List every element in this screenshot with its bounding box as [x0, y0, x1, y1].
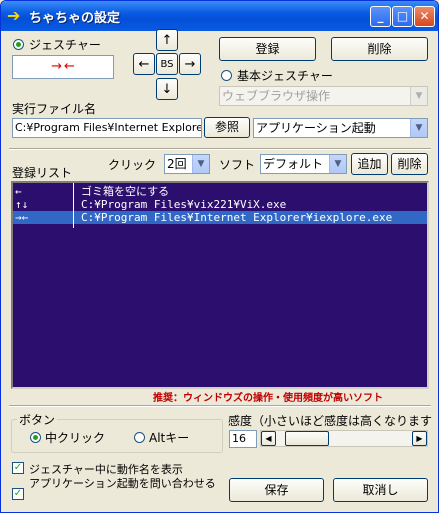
- alt-key-radio[interactable]: [134, 432, 145, 443]
- list-delete-button[interactable]: 削除: [391, 153, 428, 175]
- left-button[interactable]: ←: [133, 53, 155, 75]
- list-item-gesture: →←: [15, 211, 29, 224]
- sensitivity-value[interactable]: 16: [229, 430, 257, 448]
- settings-window: ➔ ちゃちゃの設定 _ □ ✕ ジェスチャー →← ↑ ← BS → ↓ 登録 …: [0, 0, 439, 513]
- basic-gesture-label: 基本ジェスチャー: [237, 69, 333, 83]
- maximize-button[interactable]: □: [392, 6, 413, 27]
- registered-list[interactable]: ← ゴミ箱を空にする ↑↓ C:¥Program Files¥vix221¥Vi…: [11, 181, 429, 389]
- show-action-label: ジェスチャー中に動作名を表示: [29, 463, 183, 476]
- click-label: クリック: [108, 158, 157, 172]
- show-action-checkbox[interactable]: ✓: [12, 462, 24, 474]
- button-group-label: ボタン: [17, 411, 58, 428]
- confirm-app-checkbox[interactable]: ✓: [12, 488, 24, 500]
- add-button[interactable]: 追加: [351, 153, 388, 175]
- recommend-note: 推奨：ウィンドウズの操作・使用頻度が高いソフト: [153, 393, 383, 404]
- list-item-action: C:¥Program Files¥vix221¥ViX.exe: [81, 198, 287, 211]
- scroll-right-button[interactable]: ▶: [412, 431, 427, 446]
- list-item-selected[interactable]: →← C:¥Program Files¥Internet Explorer¥ie…: [13, 211, 427, 224]
- register-button[interactable]: 登録: [219, 37, 316, 61]
- basic-gesture-value: ウェブブラウザ操作: [222, 89, 331, 103]
- list-item-gesture: ↑↓: [15, 198, 29, 211]
- list-item-action: ゴミ箱を空にする: [81, 185, 170, 198]
- chevron-down-icon: ▼: [410, 119, 427, 137]
- middle-click-radio[interactable]: [30, 432, 41, 443]
- backspace-button[interactable]: BS: [156, 53, 178, 75]
- cancel-button[interactable]: 取消し: [333, 478, 428, 502]
- list-item-action: C:¥Program Files¥Internet Explorer¥iexpl…: [81, 211, 393, 224]
- scroll-thumb[interactable]: [285, 431, 329, 446]
- click-select[interactable]: 2回 ▼: [164, 154, 210, 174]
- exec-path-input[interactable]: C:¥Program Files¥Internet Explorer¥i: [12, 118, 202, 138]
- soft-label: ソフト: [219, 158, 256, 172]
- scroll-left-button[interactable]: ◀: [261, 431, 276, 446]
- basic-gesture-radio[interactable]: [221, 70, 232, 81]
- minimize-button[interactable]: _: [370, 6, 391, 27]
- window-title: ちゃちゃの設定: [29, 11, 121, 26]
- column-separator: [73, 183, 74, 228]
- gesture-radio-label: ジェスチャー: [29, 38, 101, 52]
- chevron-down-icon: ▼: [329, 155, 346, 173]
- sensitivity-scrollbar[interactable]: ◀ ▶: [260, 430, 428, 447]
- list-item[interactable]: ← ゴミ箱を空にする: [13, 185, 427, 198]
- arrow-icon: ➔: [7, 6, 21, 25]
- middle-click-label: 中クリック: [45, 431, 106, 445]
- soft-select[interactable]: デフォルト ▼: [260, 154, 347, 174]
- chevron-down-icon: ▼: [192, 155, 209, 173]
- list-item-gesture: ←: [15, 185, 22, 198]
- exec-label: 実行ファイル名: [12, 102, 97, 116]
- gesture-preview: →←: [12, 55, 114, 79]
- right-button[interactable]: →: [179, 53, 201, 75]
- close-button[interactable]: ✕: [414, 6, 435, 27]
- basic-gesture-select: ウェブブラウザ操作 ▼: [219, 86, 428, 106]
- delete-button[interactable]: 削除: [331, 37, 428, 61]
- click-value: 2回: [167, 157, 187, 171]
- chevron-down-icon: ▼: [410, 87, 427, 105]
- browse-button[interactable]: 参照: [204, 117, 250, 138]
- exec-mode-select[interactable]: アプリケーション起動 ▼: [253, 118, 428, 138]
- up-button[interactable]: ↑: [156, 29, 178, 51]
- down-button[interactable]: ↓: [156, 78, 178, 100]
- soft-value: デフォルト: [263, 157, 324, 171]
- divider: [9, 148, 431, 150]
- gesture-radio[interactable]: [13, 39, 24, 50]
- list-item[interactable]: ↑↓ C:¥Program Files¥vix221¥ViX.exe: [13, 198, 427, 211]
- save-button[interactable]: 保存: [229, 478, 324, 502]
- divider: [9, 405, 431, 407]
- exec-mode-value: アプリケーション起動: [256, 121, 376, 135]
- alt-key-label: Altキー: [149, 431, 190, 445]
- confirm-app-label: アプリケーション起動を問い合わせる: [29, 477, 216, 490]
- sensitivity-label: 感度（小さいほど感度は高くなります: [228, 414, 433, 428]
- list-label: 登録リスト: [12, 166, 73, 180]
- title-bar[interactable]: ➔ ちゃちゃの設定 _ □ ✕: [1, 1, 438, 31]
